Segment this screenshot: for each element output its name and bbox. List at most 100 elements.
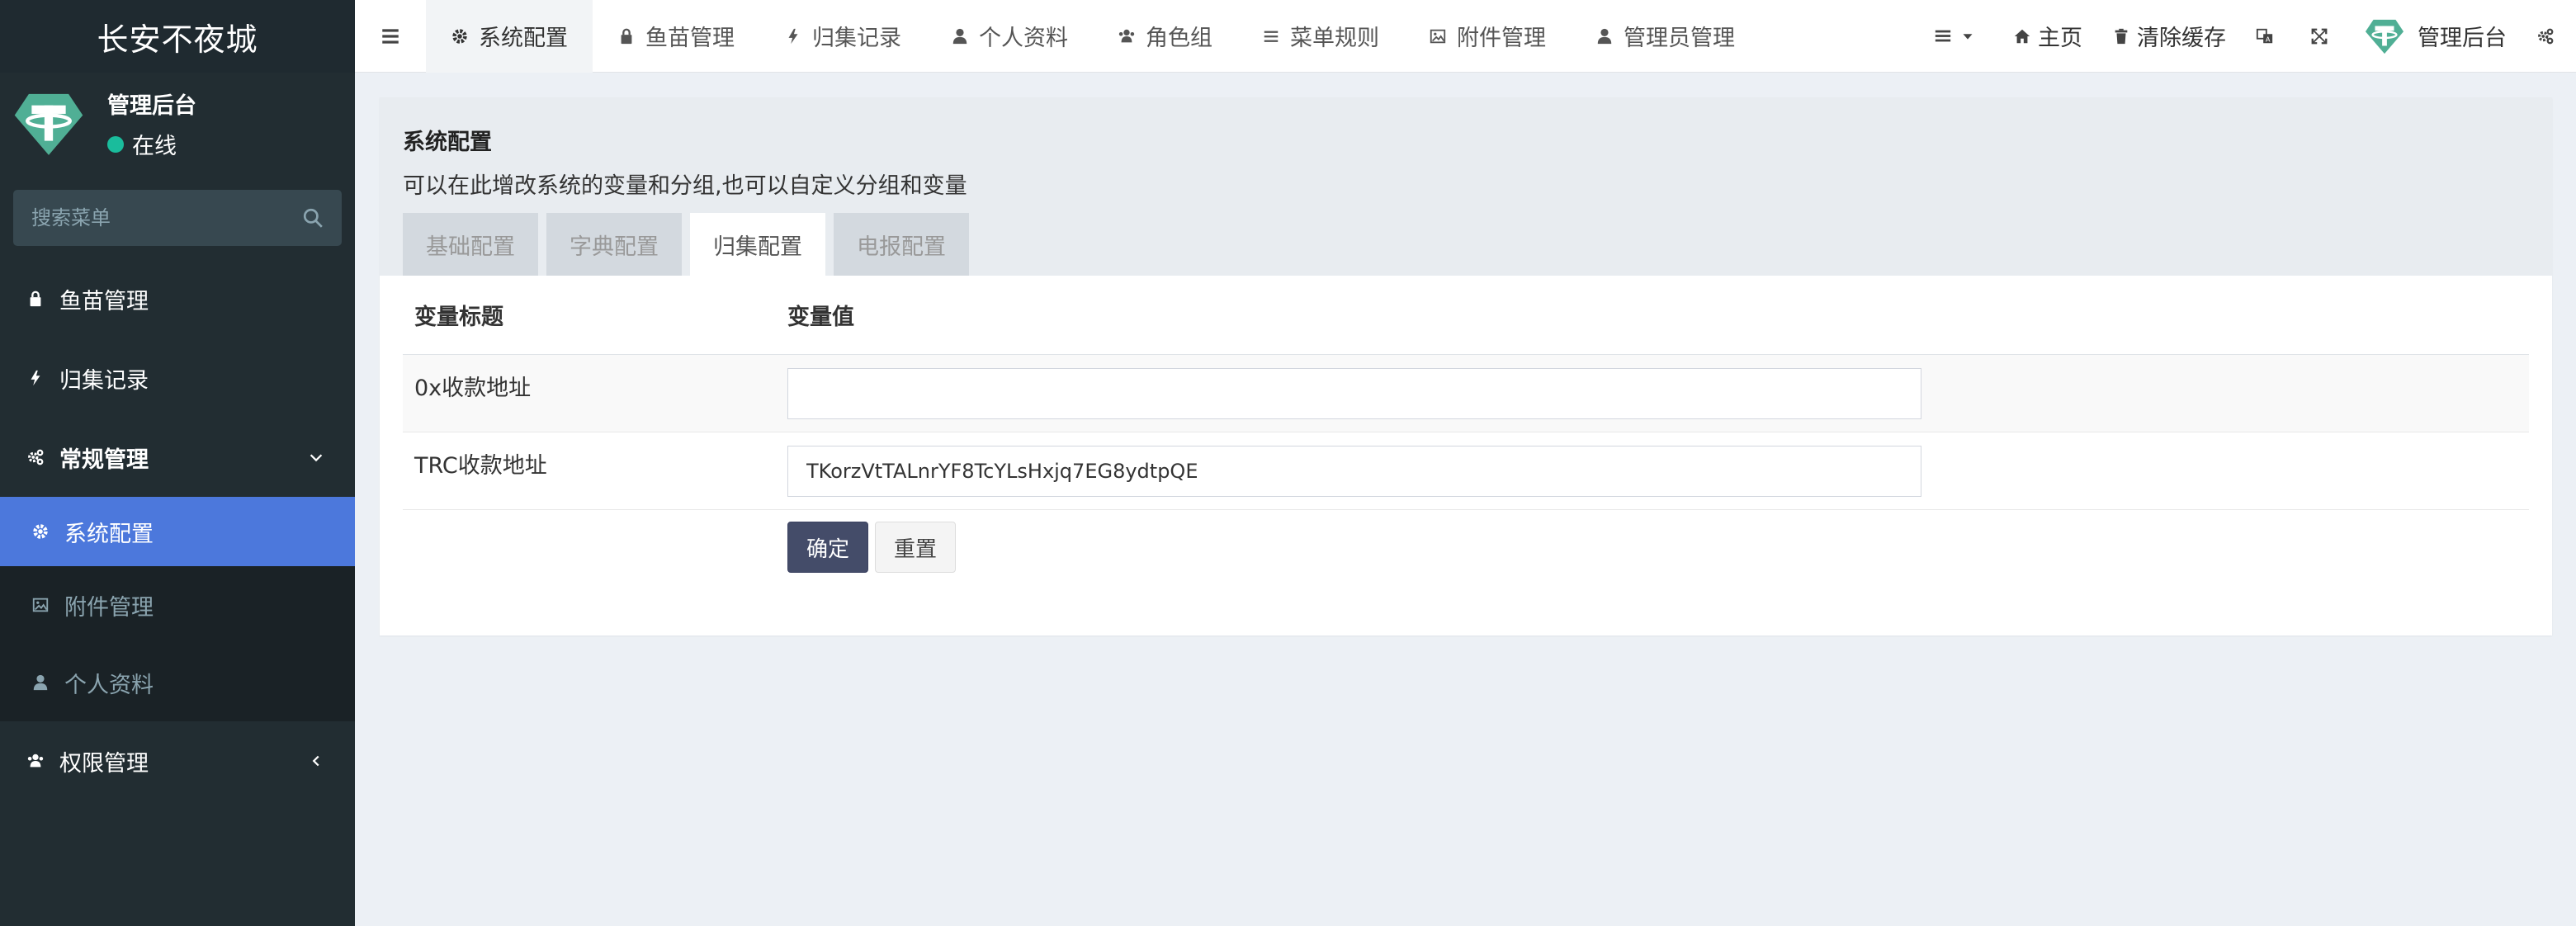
user-icon	[1595, 27, 1614, 45]
table-row: 0x收款地址	[403, 355, 2529, 432]
config-panel: 系统配置 可以在此增改系统的变量和分组,也可以自定义分组和变量 基础配置 字典配…	[380, 97, 2552, 635]
list-icon	[1934, 27, 1952, 45]
sidebar-toggle-button[interactable]	[355, 0, 426, 73]
user-panel: 管理后台 在线	[0, 73, 355, 175]
config-tabs: 基础配置 字典配置 归集配置 电报配置	[403, 213, 977, 276]
tab-label: 管理员管理	[1624, 26, 1735, 51]
sidebar-item-permission[interactable]: 权限管理	[0, 721, 355, 801]
sidebar-item-general[interactable]: 常规管理	[0, 418, 355, 497]
tab-attachment[interactable]: 附件管理	[1404, 0, 1571, 73]
tab-label: 附件管理	[1457, 26, 1546, 51]
panel-title: 系统配置	[403, 130, 492, 155]
top-navbar: 系统配置 鱼苗管理 归集记录 个人资料 角色组 菜单规则 附件管理 管理员管理 …	[355, 0, 2576, 73]
form-actions-row: 确定 重置	[403, 510, 2529, 573]
users-icon	[1118, 27, 1136, 45]
tab-dictionary-config[interactable]: 字典配置	[546, 213, 682, 276]
tether-logo-icon	[2365, 19, 2404, 54]
language-button[interactable]: A	[2241, 0, 2295, 73]
submenu-general: 系统配置 附件管理 个人资料	[0, 497, 355, 721]
tab-label: 归集记录	[812, 26, 901, 51]
sidebar-menu: 鱼苗管理 归集记录 常规管理 系统配置 附件管理 个人资料 权限管理	[0, 259, 355, 801]
search-input[interactable]	[31, 206, 302, 229]
tab-role-group[interactable]: 角色组	[1093, 0, 1237, 73]
chevron-left-icon	[307, 751, 327, 771]
tab-label: 个人资料	[979, 26, 1068, 51]
gear-icon	[451, 27, 469, 45]
fullscreen-icon	[2310, 27, 2328, 45]
table-header: 变量标题 变量值	[403, 276, 2529, 355]
tab-collection[interactable]: 归集记录	[759, 0, 926, 73]
bolt-icon	[784, 27, 802, 45]
admin-user-menu[interactable]: 管理后台	[2350, 0, 2522, 73]
clear-cache-label: 清除缓存	[2137, 26, 2226, 51]
sidebar-item-fish[interactable]: 鱼苗管理	[0, 259, 355, 338]
hamburger-icon	[382, 28, 399, 44]
sidebar-item-attachment[interactable]: 附件管理	[0, 566, 355, 644]
translate-icon: A	[2256, 27, 2274, 45]
svg-text:A: A	[2266, 35, 2271, 43]
content-area: 系统配置 可以在此增改系统的变量和分组,也可以自定义分组和变量 基础配置 字典配…	[355, 73, 2576, 926]
row-title: TRC收款地址	[414, 453, 547, 479]
user-status: 在线	[107, 128, 196, 160]
user-icon	[31, 673, 50, 692]
tab-menu-rules[interactable]: 菜单规则	[1237, 0, 1404, 73]
header-title: 变量标题	[414, 305, 503, 330]
tab-label: 系统配置	[479, 26, 568, 51]
trc-address-input[interactable]	[787, 445, 1921, 497]
user-name: 管理后台	[107, 93, 196, 119]
settings-button[interactable]	[2522, 0, 2576, 73]
tab-admin-management[interactable]: 管理员管理	[1571, 0, 1760, 73]
sidebar-item-label: 权限管理	[59, 750, 149, 777]
row-title: 0x收款地址	[414, 376, 532, 401]
users-icon	[26, 752, 45, 770]
tab-fish[interactable]: 鱼苗管理	[593, 0, 759, 73]
caret-down-icon	[1959, 27, 1977, 45]
bolt-icon	[26, 369, 45, 387]
sidebar-item-collection[interactable]: 归集记录	[0, 338, 355, 418]
search-icon[interactable]	[302, 207, 324, 229]
ox-address-input[interactable]	[787, 367, 1921, 419]
image-icon	[31, 596, 50, 614]
tab-profile[interactable]: 个人资料	[926, 0, 1093, 73]
image-icon	[1429, 27, 1447, 45]
logo[interactable]: 长安不夜城	[0, 0, 355, 73]
sidebar-search	[13, 190, 342, 246]
lock-icon	[26, 290, 45, 308]
sidebar-item-label: 个人资料	[64, 672, 154, 698]
sidebar-item-label: 常规管理	[59, 446, 149, 473]
sidebar: 长安不夜城 管理后台 在线 鱼苗管理 归集记录	[0, 0, 355, 926]
clear-cache-button[interactable]: 清除缓存	[2097, 0, 2241, 73]
reset-button[interactable]: 重置	[875, 522, 957, 573]
confirm-button[interactable]: 确定	[787, 522, 869, 573]
cogs-icon	[2536, 27, 2555, 45]
tab-dropdown-button[interactable]	[1919, 0, 1998, 73]
sidebar-item-label: 附件管理	[64, 594, 154, 621]
sidebar-item-system-config[interactable]: 系统配置	[0, 497, 355, 566]
table-row: TRC收款地址	[403, 432, 2529, 510]
sidebar-item-profile[interactable]: 个人资料	[0, 644, 355, 721]
user-icon	[951, 27, 969, 45]
panel-header: 系统配置 可以在此增改系统的变量和分组,也可以自定义分组和变量 基础配置 字典配…	[380, 97, 2552, 276]
sidebar-item-label: 系统配置	[64, 521, 154, 547]
sidebar-item-label: 归集记录	[59, 367, 149, 394]
tether-logo-icon	[14, 93, 83, 155]
home-icon	[2013, 27, 2031, 45]
sidebar-item-label: 鱼苗管理	[59, 288, 149, 314]
bars-icon	[1262, 27, 1280, 45]
header-value: 变量值	[787, 305, 854, 330]
lock-icon	[617, 27, 636, 45]
tab-collection-config[interactable]: 归集配置	[690, 213, 825, 276]
online-dot-icon	[107, 135, 124, 153]
trash-icon	[2112, 27, 2130, 45]
tab-basic-config[interactable]: 基础配置	[403, 213, 538, 276]
fullscreen-button[interactable]	[2295, 0, 2350, 73]
tab-label: 鱼苗管理	[645, 26, 735, 51]
tab-label: 角色组	[1146, 26, 1212, 51]
tab-telegram-config[interactable]: 电报配置	[834, 213, 969, 276]
nav-right: 主页 清除缓存 A 管理后台	[1919, 0, 2576, 73]
cogs-icon	[26, 448, 45, 466]
home-button[interactable]: 主页	[1998, 0, 2097, 73]
chevron-down-icon	[307, 447, 327, 467]
admin-label: 管理后台	[2418, 26, 2507, 51]
tab-system-config[interactable]: 系统配置	[426, 0, 593, 73]
